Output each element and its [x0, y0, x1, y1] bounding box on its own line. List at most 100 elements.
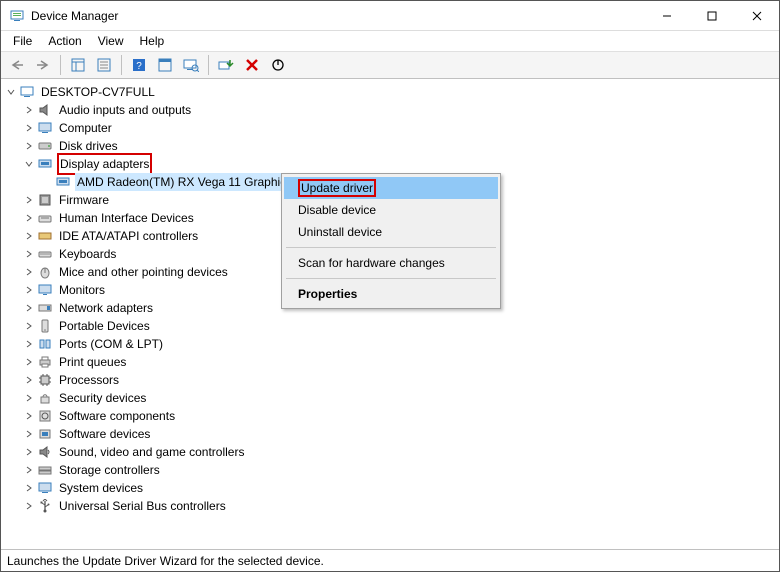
tree-item-label: Monitors — [57, 281, 107, 299]
tb-properties-sheet[interactable] — [92, 54, 116, 76]
tree-item-label: Mice and other pointing devices — [57, 263, 230, 281]
device-tree[interactable]: DESKTOP-CV7FULL Audio inputs and outputs… — [1, 79, 779, 549]
chevron-right-icon[interactable] — [21, 317, 37, 335]
tb-uninstall[interactable] — [240, 54, 264, 76]
chevron-right-icon[interactable] — [21, 227, 37, 245]
tree-item-printq[interactable]: Print queues — [3, 353, 777, 371]
ctx-disable-device[interactable]: Disable device — [284, 199, 498, 221]
maximize-button[interactable] — [689, 1, 734, 30]
context-menu: Update driver Disable device Uninstall d… — [281, 173, 501, 309]
ctx-scan-hardware[interactable]: Scan for hardware changes — [284, 252, 498, 274]
firmware-icon — [37, 192, 53, 208]
mouse-icon — [37, 264, 53, 280]
chevron-right-icon[interactable] — [21, 371, 37, 389]
audio-icon — [37, 102, 53, 118]
ctx-properties[interactable]: Properties — [284, 283, 498, 305]
chevron-right-icon[interactable] — [21, 479, 37, 497]
chevron-down-icon[interactable] — [3, 83, 19, 101]
tb-scan-hardware[interactable] — [179, 54, 203, 76]
tree-item-display[interactable]: Display adapters — [3, 155, 777, 173]
context-menu-separator — [286, 278, 496, 279]
display-adapter-icon — [55, 174, 71, 190]
ctx-uninstall-device[interactable]: Uninstall device — [284, 221, 498, 243]
tb-show-hide-tree[interactable] — [66, 54, 90, 76]
chevron-right-icon[interactable] — [21, 263, 37, 281]
tree-item-label: Processors — [57, 371, 121, 389]
processor-icon — [37, 372, 53, 388]
minimize-button[interactable] — [644, 1, 689, 30]
tree-item-label: IDE ATA/ATAPI controllers — [57, 227, 200, 245]
tree-item-label: Display adapters — [57, 153, 152, 175]
tree-item-label: Print queues — [57, 353, 128, 371]
menu-file[interactable]: File — [5, 32, 40, 50]
chevron-right-icon[interactable] — [21, 407, 37, 425]
chevron-right-icon[interactable] — [21, 389, 37, 407]
chevron-right-icon[interactable] — [21, 497, 37, 515]
tb-update-driver[interactable] — [214, 54, 238, 76]
ctx-item-label: Disable device — [298, 203, 376, 217]
ctx-item-label: Update driver — [298, 179, 376, 197]
tree-item-ports[interactable]: Ports (COM & LPT) — [3, 335, 777, 353]
ports-icon — [37, 336, 53, 352]
tree-item-proc[interactable]: Processors — [3, 371, 777, 389]
tree-item-sound[interactable]: Sound, video and game controllers — [3, 443, 777, 461]
chevron-right-icon[interactable] — [21, 299, 37, 317]
device-manager-icon — [9, 8, 25, 24]
tree-item-swdev[interactable]: Software devices — [3, 425, 777, 443]
tree-item-swcomp[interactable]: Software components — [3, 407, 777, 425]
chevron-right-icon[interactable] — [21, 353, 37, 371]
tree-item-usb[interactable]: Universal Serial Bus controllers — [3, 497, 777, 515]
chevron-right-icon[interactable] — [21, 425, 37, 443]
tree-item-label: Keyboards — [57, 245, 118, 263]
tree-item-portable[interactable]: Portable Devices — [3, 317, 777, 335]
chevron-down-icon[interactable] — [21, 155, 37, 173]
chevron-right-icon[interactable] — [21, 209, 37, 227]
toolbar: ? — [1, 51, 779, 79]
display-adapter-icon — [37, 156, 53, 172]
tree-item-label: Storage controllers — [57, 461, 162, 479]
menu-action[interactable]: Action — [40, 32, 89, 50]
tree-item-label: Audio inputs and outputs — [57, 101, 193, 119]
tb-back[interactable] — [5, 54, 29, 76]
tb-forward[interactable] — [31, 54, 55, 76]
tree-item-system[interactable]: System devices — [3, 479, 777, 497]
window-buttons — [644, 1, 779, 30]
tree-item-label: AMD Radeon(TM) RX Vega 11 Graphics — [75, 173, 294, 191]
chevron-right-icon[interactable] — [21, 335, 37, 353]
tree-item-label: Sound, video and game controllers — [57, 443, 246, 461]
chevron-right-icon[interactable] — [21, 137, 37, 155]
ctx-item-label: Uninstall device — [298, 225, 382, 239]
tree-root-label: DESKTOP-CV7FULL — [39, 83, 157, 101]
ctx-item-label: Properties — [298, 287, 357, 301]
monitor-icon — [37, 282, 53, 298]
close-button[interactable] — [734, 1, 779, 30]
tb-help[interactable]: ? — [127, 54, 151, 76]
tree-item-label: Portable Devices — [57, 317, 152, 335]
menu-view[interactable]: View — [90, 32, 132, 50]
chevron-right-icon[interactable] — [21, 443, 37, 461]
security-icon — [37, 390, 53, 406]
chevron-right-icon[interactable] — [21, 245, 37, 263]
ctx-update-driver[interactable]: Update driver — [284, 177, 498, 199]
tb-disable[interactable] — [266, 54, 290, 76]
menu-help[interactable]: Help — [132, 32, 173, 50]
toolbar-separator — [121, 55, 122, 75]
tree-item-computer[interactable]: Computer — [3, 119, 777, 137]
svg-text:?: ? — [136, 61, 142, 72]
tree-item-storage[interactable]: Storage controllers — [3, 461, 777, 479]
chevron-right-icon[interactable] — [21, 101, 37, 119]
chevron-right-icon[interactable] — [21, 191, 37, 209]
chevron-right-icon[interactable] — [21, 461, 37, 479]
statusbar-text: Launches the Update Driver Wizard for th… — [7, 554, 324, 568]
chevron-right-icon[interactable] — [21, 281, 37, 299]
tree-item-audio[interactable]: Audio inputs and outputs — [3, 101, 777, 119]
storage-icon — [37, 462, 53, 478]
tree-item-label: Firmware — [57, 191, 111, 209]
tree-root[interactable]: DESKTOP-CV7FULL — [3, 83, 777, 101]
tree-item-label: Computer — [57, 119, 114, 137]
tb-action-props[interactable] — [153, 54, 177, 76]
sound-icon — [37, 444, 53, 460]
chevron-right-icon[interactable] — [21, 119, 37, 137]
tree-item-security[interactable]: Security devices — [3, 389, 777, 407]
tree-item-label: System devices — [57, 479, 145, 497]
